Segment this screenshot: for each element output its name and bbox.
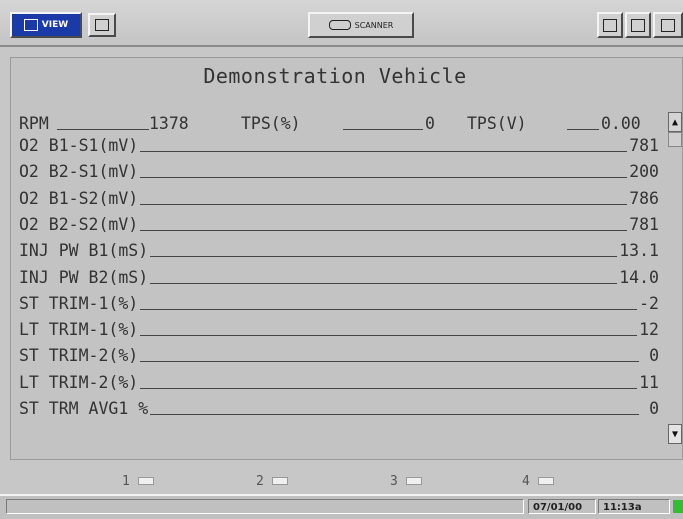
scanner-icon: [328, 20, 351, 30]
parameter-row: INJ PW B2(mS) 14.0: [19, 265, 659, 287]
function-key-1[interactable]: 1: [122, 472, 154, 490]
parameter-row: ST TRIM-2(%) 0: [19, 343, 659, 366]
parameter-label: ST TRM AVG1 %: [19, 399, 151, 418]
parameter-row: O2 B1-S2(mV) 786: [19, 186, 659, 208]
window-icon: [603, 18, 617, 32]
scroll-down-icon: ▼: [671, 428, 679, 440]
parameter-value: 200: [627, 162, 659, 182]
parameter-value: 786: [627, 188, 659, 208]
function-key-icon: [137, 477, 154, 485]
function-key-icon: [271, 477, 288, 485]
close-button[interactable]: [653, 12, 683, 38]
parameter-label: INJ PW B2(mS): [19, 267, 151, 287]
close-icon: [661, 18, 675, 32]
rpm-tps-row: RPM 1378 TPS(%) 0 TPS(V) 0.00: [19, 111, 659, 133]
parameter-value: 781: [627, 136, 659, 155]
parameter-label: LT TRIM-1(%): [19, 320, 141, 340]
function-key-4[interactable]: 4: [522, 472, 554, 490]
parameter-value: 12: [637, 320, 659, 340]
parameter-value: 781: [627, 214, 659, 234]
rpm-leader-line: [57, 129, 149, 130]
vehicle-title: Demonstration Vehicle: [203, 64, 467, 88]
tps-pct-label: TPS(%): [241, 114, 301, 133]
scroll-thumb[interactable]: [668, 132, 682, 147]
parameter-row: O2 B2-S1(mV) 200: [19, 159, 659, 182]
parameter-label: O2 B1-S1(mV): [19, 136, 141, 155]
function-key-bar: 1 2 3 4: [0, 472, 683, 492]
toolbar: VIEW SCANNER: [0, 0, 683, 47]
parameter-row: ST TRIM-1(%) -2: [19, 291, 659, 313]
tps-pct-value: 0: [425, 114, 435, 133]
function-key-icon: [537, 477, 554, 485]
grid-icon: [95, 19, 109, 31]
parameter-label: ST TRIM-2(%): [19, 346, 141, 366]
parameter-label: LT TRIM-2(%): [19, 372, 141, 392]
leader-line: [59, 151, 639, 152]
window-button[interactable]: [597, 12, 623, 38]
status-bar: 07/01/00 11:13a: [0, 494, 683, 519]
parameter-row: O2 B1-S1(mV) 781: [19, 133, 659, 155]
parameter-label: O2 B2-S2(mV): [19, 214, 141, 234]
print-button[interactable]: [625, 12, 651, 38]
rpm-label: RPM: [19, 114, 49, 133]
scroll-up-icon: ▲: [671, 116, 679, 128]
parameter-label: ST TRIM-1(%): [19, 293, 141, 313]
tps-v-leader-line: [567, 129, 599, 130]
scanner-button[interactable]: SCANNER: [308, 12, 414, 38]
function-key-1-label: 1: [122, 473, 130, 489]
function-key-3-label: 3: [390, 473, 398, 489]
tps-v-value: 0.00: [601, 114, 641, 133]
leader-line: [59, 387, 639, 389]
leader-line: [59, 203, 639, 205]
leader-line: [59, 335, 639, 337]
parameter-row: O2 B2-S2(mV) 781: [19, 212, 659, 234]
parameter-value: -2: [637, 293, 659, 313]
function-key-icon: [405, 477, 422, 485]
view-button[interactable]: VIEW: [10, 12, 82, 38]
parameter-row: LT TRIM-1(%) 12: [19, 317, 659, 340]
leader-line: [59, 177, 639, 179]
parameter-value: 13.1: [617, 241, 659, 261]
grid-button[interactable]: [88, 13, 116, 37]
status-date: 07/01/00: [528, 499, 596, 514]
tps-pct-leader-line: [343, 129, 423, 130]
function-key-2[interactable]: 2: [256, 472, 288, 490]
rpm-value: 1378: [149, 114, 189, 133]
status-time: 11:13a: [598, 499, 670, 514]
leader-line: [59, 229, 639, 231]
app-frame: VIEW SCANNER Demonstration Vehicle RPM 1…: [0, 0, 683, 519]
data-display: Demonstration Vehicle RPM 1378 TPS(%) 0 …: [10, 57, 683, 460]
status-message: [6, 499, 524, 514]
parameter-label: O2 B2-S1(mV): [19, 162, 141, 182]
scroll-down-button[interactable]: ▼: [668, 424, 682, 444]
parameter-row: ST TRM AVG1 % 0: [19, 396, 659, 418]
parameter-value: 0: [647, 346, 659, 366]
status-led: [673, 500, 683, 513]
view-button-label: VIEW: [41, 20, 69, 30]
scanner-button-label: SCANNER: [354, 20, 394, 30]
leader-line: [59, 361, 639, 363]
parameter-value: 0: [647, 399, 659, 418]
print-icon: [631, 18, 645, 32]
scroll-up-button[interactable]: ▲: [668, 112, 682, 132]
function-key-3[interactable]: 3: [390, 472, 422, 490]
leader-line: [59, 308, 639, 310]
parameter-row: INJ PW B1(mS) 13.1: [19, 238, 659, 261]
tps-v-label: TPS(V): [467, 114, 527, 133]
parameter-value: 11: [637, 372, 659, 392]
parameter-value: 14.0: [617, 267, 659, 287]
function-key-4-label: 4: [522, 473, 530, 489]
parameter-label: INJ PW B1(mS): [19, 241, 151, 261]
parameter-row: LT TRIM-2(%) 11: [19, 370, 659, 392]
function-key-2-label: 2: [256, 473, 264, 489]
view-icon: [23, 19, 38, 31]
parameter-label: O2 B1-S2(mV): [19, 188, 141, 208]
